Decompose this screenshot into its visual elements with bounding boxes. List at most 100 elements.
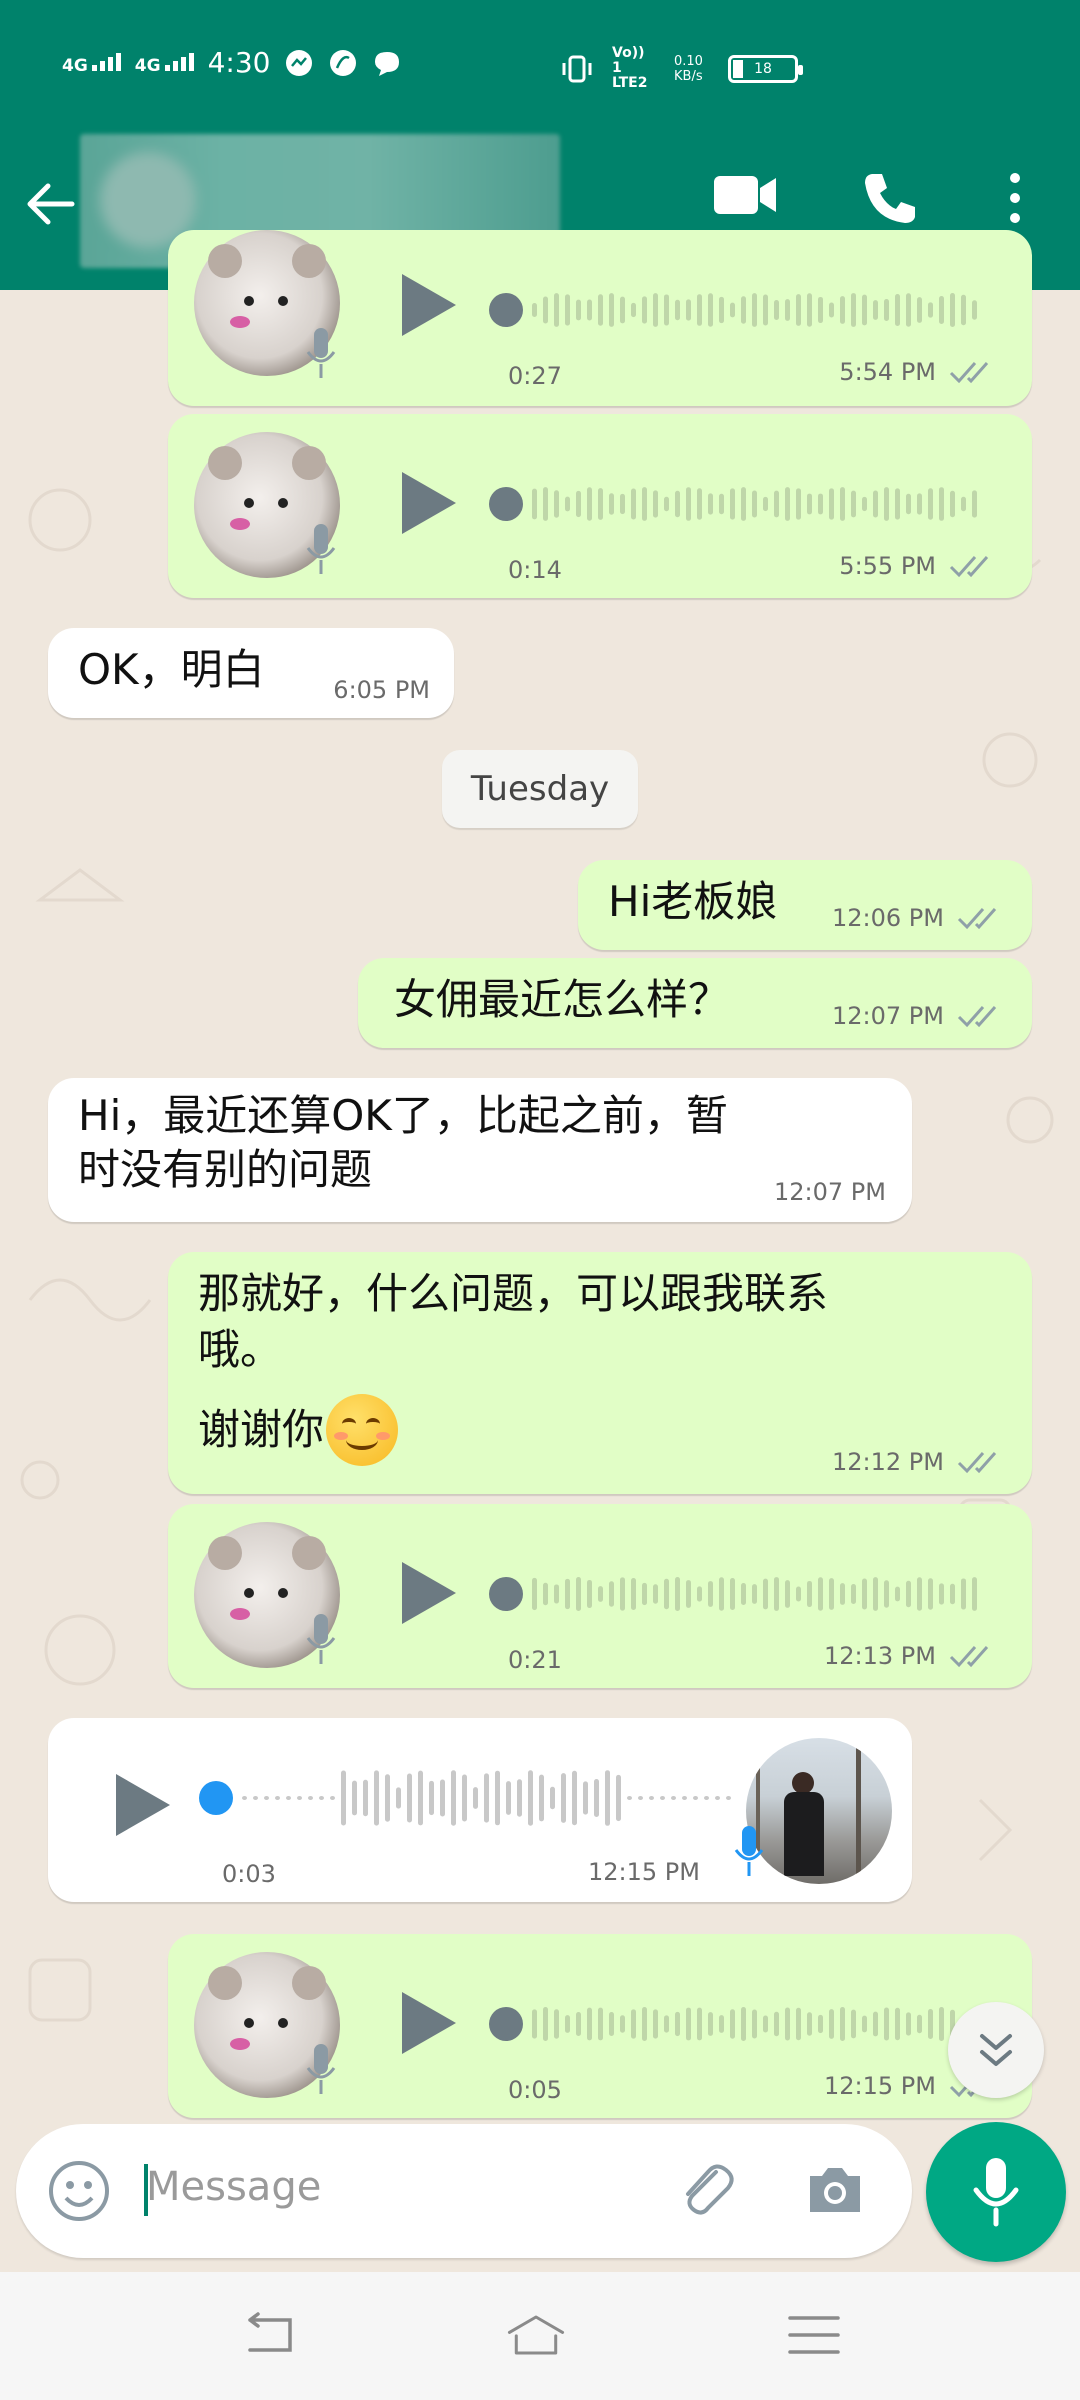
- waveform-bar: [906, 2012, 911, 2036]
- text-message-out[interactable]: Hi老板娘 12:06 PM: [578, 860, 1032, 950]
- waveform[interactable]: [488, 280, 988, 340]
- waveform-bar: [873, 2011, 878, 2037]
- waveform-bar: [627, 1796, 632, 1800]
- waveform-bar: [807, 1580, 812, 1608]
- waveform-bar: [418, 1770, 423, 1826]
- message-meta: 5:55 PM: [839, 552, 1002, 580]
- waveform-bar: [950, 293, 955, 327]
- more-options-icon[interactable]: [1000, 170, 1030, 226]
- waveform-bar: [961, 496, 966, 512]
- nav-back-icon[interactable]: [240, 2310, 300, 2360]
- video-call-icon[interactable]: [712, 170, 778, 220]
- waveform-bar: [939, 296, 944, 324]
- waveform-bar: [704, 1796, 709, 1800]
- voice-message-out[interactable]: 0:21 12:13 PM: [168, 1504, 1032, 1688]
- double-tick-icon: [949, 362, 989, 384]
- waveform-bar: [587, 2007, 592, 2041]
- waveform-bar: [785, 299, 790, 321]
- voice-call-icon[interactable]: [860, 170, 916, 226]
- waveform-bar: [565, 294, 570, 326]
- double-tick-icon: [957, 1452, 997, 1474]
- camera-icon[interactable]: [804, 2162, 866, 2218]
- sender-photo-avatar: [746, 1738, 892, 1884]
- attach-icon[interactable]: [674, 2158, 740, 2224]
- message-input[interactable]: Message: [146, 2164, 321, 2210]
- voice-message-in[interactable]: 0:03 12:15 PM: [48, 1718, 912, 1902]
- waveform-bar: [818, 493, 823, 515]
- waveform-bar: [631, 302, 636, 318]
- waveform-bar: [961, 294, 966, 326]
- voice-message-out[interactable]: 0:27 5:54 PM: [168, 230, 1032, 406]
- waveform-bar: [543, 1582, 548, 1606]
- waveform-bar: [928, 1578, 933, 1610]
- emoji-icon[interactable]: [46, 2158, 112, 2224]
- voice-message-out[interactable]: 0:14 5:55 PM: [168, 414, 1032, 598]
- voice-message-out[interactable]: 0:05 12:15 PM: [168, 1934, 1032, 2118]
- play-icon[interactable]: [396, 1558, 460, 1628]
- waveform-bar: [598, 2007, 603, 2041]
- waveform-bar: [587, 487, 592, 521]
- waveform-bar: [708, 493, 713, 515]
- clock: 4:30: [207, 46, 271, 79]
- play-icon[interactable]: [396, 468, 460, 538]
- waveform-bar: [796, 294, 801, 326]
- play-icon[interactable]: [110, 1770, 174, 1840]
- waveform-bar: [550, 1786, 555, 1810]
- waveform-bar: [917, 493, 922, 515]
- back-arrow-icon[interactable]: [22, 176, 78, 232]
- nav-menu-icon[interactable]: [784, 2310, 844, 2360]
- waveform-bar: [928, 302, 933, 318]
- waveform-bar: [664, 496, 669, 512]
- waveform-bar: [895, 294, 900, 326]
- waveform-bar: [752, 1584, 757, 1604]
- waveform-bar: [917, 2014, 922, 2034]
- waveform-bar: [708, 293, 713, 327]
- waveform-bar: [675, 490, 680, 518]
- nav-home-icon[interactable]: [506, 2310, 566, 2360]
- waveform-bar: [873, 300, 878, 320]
- waveform-bar: [583, 1781, 588, 1815]
- waveform-bar: [741, 487, 746, 521]
- play-icon[interactable]: [396, 1988, 460, 2058]
- waveform-bar: [763, 496, 768, 512]
- waveform-bar: [554, 490, 559, 518]
- waveform-bar: [840, 487, 845, 521]
- waveform-played[interactable]: [198, 1768, 738, 1828]
- mic-badge-icon: [306, 1614, 336, 1664]
- waveform-bar: [620, 296, 625, 324]
- waveform-bar: [862, 496, 867, 512]
- waveform[interactable]: [488, 1564, 988, 1624]
- text-message-in[interactable]: Hi，最近还算OK了，比起之前，暂 时没有别的问题 12:07 PM: [48, 1078, 912, 1222]
- waveform-bar: [682, 1796, 687, 1800]
- waveform-bar: [675, 299, 680, 321]
- waveform-bar: [642, 296, 647, 324]
- waveform[interactable]: [488, 474, 988, 534]
- text-message-out[interactable]: 那就好，什么问题，可以跟我联系 哦。 谢谢你 12:12 PM: [168, 1252, 1032, 1494]
- waveform-bar: [609, 1581, 614, 1607]
- waveform-bar: [620, 1577, 625, 1611]
- waveform-bar: [642, 1582, 647, 1606]
- waveform-bar: [862, 1578, 867, 1610]
- waveform[interactable]: [488, 1994, 988, 2054]
- waveform-bar: [730, 1578, 735, 1610]
- play-icon[interactable]: [396, 270, 460, 340]
- waveform-bar: [851, 2009, 856, 2039]
- waveform-bar: [598, 488, 603, 520]
- signal-bars-icon: [91, 52, 121, 71]
- voice-record-button[interactable]: [926, 2122, 1066, 2262]
- waveform-bar: [895, 488, 900, 520]
- waveform-bar: [697, 1586, 702, 1602]
- message-text-line-1: Hi，最近还算OK了，比起之前，暂: [78, 1091, 728, 1140]
- text-message-in[interactable]: OK，明白 6:05 PM: [48, 628, 454, 718]
- text-message-out[interactable]: 女佣最近怎么样？ 12:07 PM: [358, 958, 1032, 1048]
- waveform-bar: [686, 1580, 691, 1608]
- scroll-to-bottom-button[interactable]: [948, 2002, 1044, 2098]
- waveform-bar: [631, 2009, 636, 2039]
- waveform-bar: [319, 1796, 324, 1800]
- waveform-bar: [653, 2009, 658, 2039]
- waveform-bar: [715, 1796, 720, 1800]
- waveform-bar: [741, 2007, 746, 2041]
- waveform-bar: [264, 1796, 269, 1800]
- waveform-bar: [675, 2011, 680, 2037]
- message-time: 12:07 PM: [832, 1002, 944, 1030]
